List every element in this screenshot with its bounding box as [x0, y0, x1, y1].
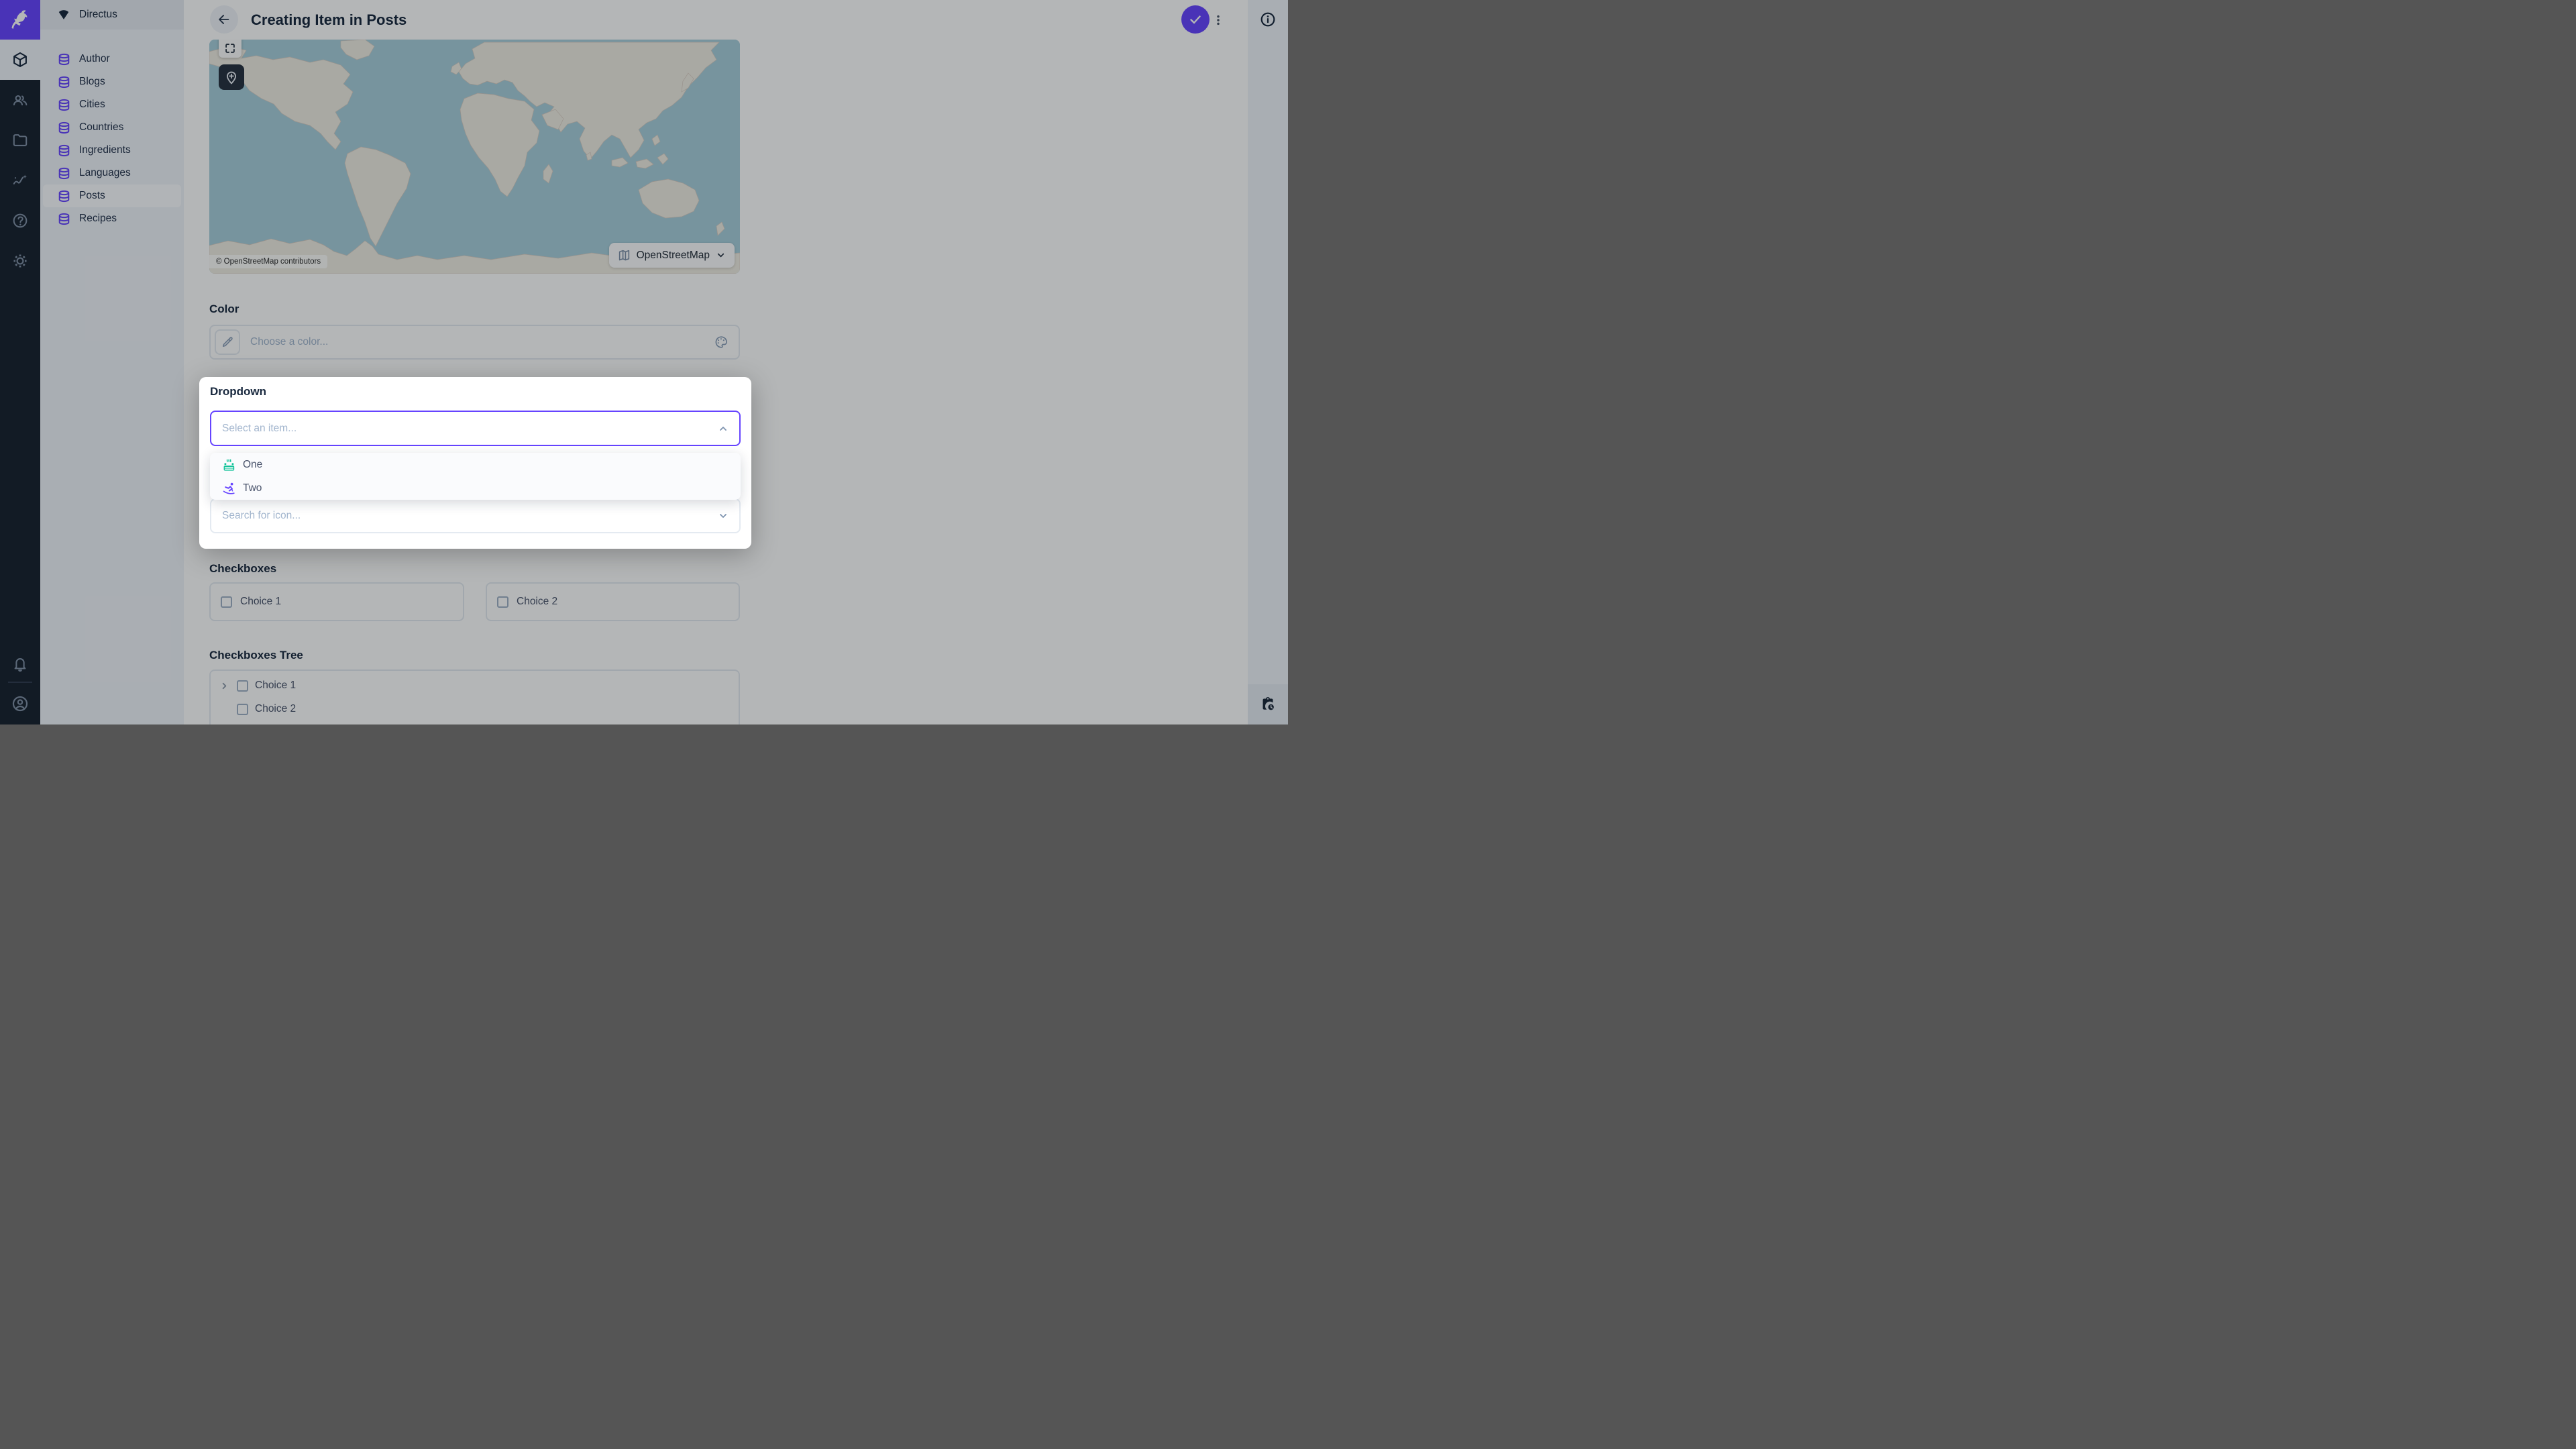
dropdown-select-input[interactable]	[222, 423, 718, 435]
dropdown-focus-card: Dropdown One Two	[199, 377, 751, 549]
dropdown-select[interactable]	[210, 411, 741, 446]
modal-dim-overlay[interactable]	[0, 0, 1288, 724]
dropdown-field-label: Dropdown	[210, 385, 266, 398]
dropdown-option-label: One	[243, 459, 262, 471]
downhill-skiing-icon	[222, 482, 235, 495]
app-screen: Directus Author Blogs Cities Countries I…	[0, 0, 1288, 724]
icon-search-input[interactable]	[222, 510, 718, 522]
icon-field[interactable]	[210, 498, 741, 533]
chevron-down-icon	[718, 511, 729, 521]
dropdown-menu: One Two	[210, 453, 741, 500]
dropdown-option-label: Two	[243, 482, 262, 494]
hot-tub-icon	[222, 458, 235, 472]
dropdown-option-two[interactable]: Two	[210, 476, 741, 500]
dropdown-option-one[interactable]: One	[210, 453, 741, 476]
chevron-up-icon	[718, 423, 729, 434]
